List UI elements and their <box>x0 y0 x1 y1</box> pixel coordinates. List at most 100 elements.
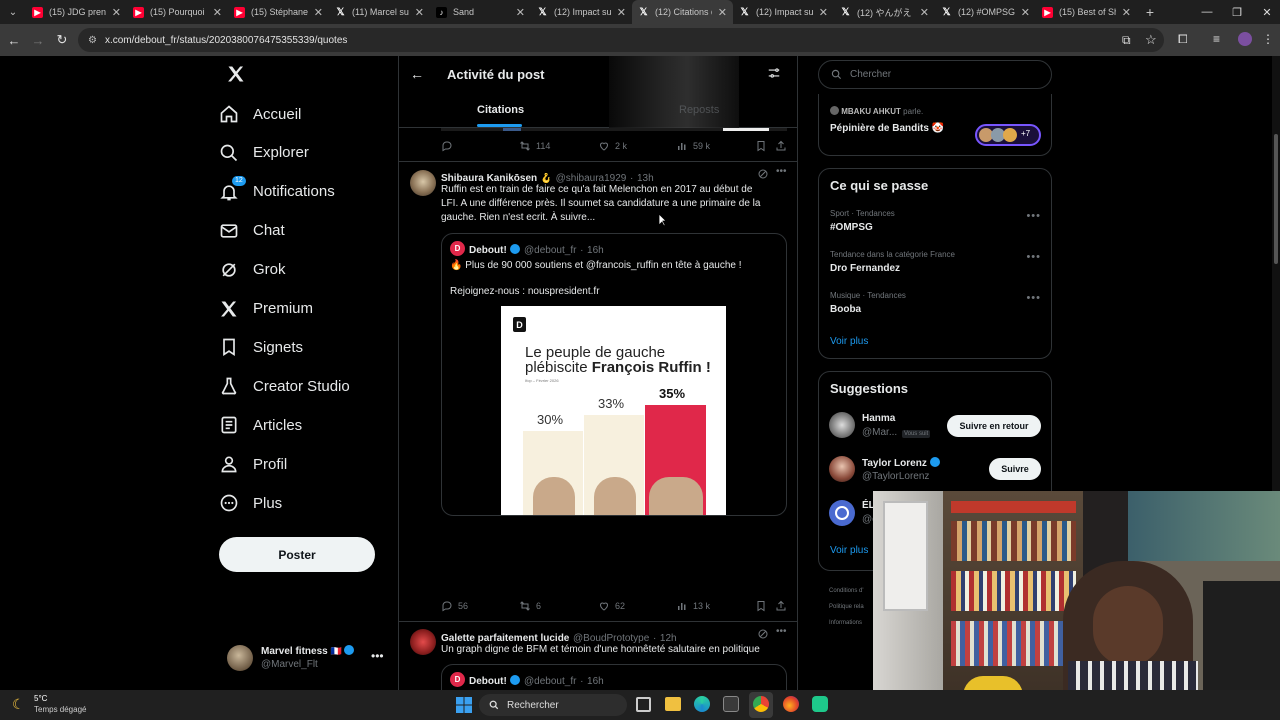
show-more-link[interactable]: Voir plus <box>830 336 868 347</box>
share-icon[interactable] <box>775 600 787 612</box>
nav-item-explorer[interactable]: Explorer <box>219 135 309 171</box>
follow-back-button[interactable]: Suivre en retour <box>947 415 1041 437</box>
store-icon[interactable] <box>723 696 739 712</box>
browser-tab[interactable]: 𝕏 (12) #OMPSG ✕ <box>935 0 1036 24</box>
avatar[interactable] <box>829 412 855 438</box>
nav-item-premium[interactable]: Premium <box>219 291 313 327</box>
close-tab-icon[interactable]: ✕ <box>718 6 727 19</box>
maximize-button[interactable]: ❐ <box>1220 0 1254 24</box>
close-tab-icon[interactable]: ✕ <box>415 6 424 19</box>
extensions-icon[interactable]: ⧠ <box>1178 32 1188 47</box>
windows-start-icon[interactable] <box>456 697 472 713</box>
show-more-link[interactable]: Voir plus <box>830 545 868 556</box>
footer-link[interactable]: Informations <box>829 615 864 631</box>
back-arrow-icon[interactable]: ← <box>410 66 424 82</box>
close-tab-icon[interactable]: ✕ <box>1122 6 1131 19</box>
bookmark-icon[interactable] <box>755 600 767 612</box>
like-action[interactable]: 62 <box>598 600 625 612</box>
browser-tab[interactable]: 𝕏 (11) Marcel sur ✕ <box>329 0 430 24</box>
reply-action[interactable] <box>441 140 453 152</box>
profile-avatar-icon[interactable] <box>1238 32 1252 46</box>
browser-tab[interactable]: ▶ (15) Pourquoi ✕ <box>127 0 228 24</box>
bookmark-icon[interactable] <box>755 140 767 152</box>
browser-tab[interactable]: 𝕏 (12) やんがえ ✕ <box>834 0 935 24</box>
trend-name[interactable]: Dro Fernandez <box>830 263 900 274</box>
weather-desc[interactable]: Temps dégagé <box>34 705 86 714</box>
spaces-listeners[interactable]: +7 <box>975 124 1041 146</box>
close-tab-icon[interactable]: ✕ <box>213 6 222 19</box>
quote-post[interactable]: Shibaura Kanikōsen 🪝 @shibaura1929 · 13h… <box>399 162 797 622</box>
nav-item-plus[interactable]: Plus <box>219 485 282 521</box>
repost-action[interactable]: 114 <box>519 140 550 152</box>
browser-tab[interactable]: ▶ (15) JDG prend ✕ <box>26 0 127 24</box>
browser-tab[interactable]: 𝕏 (12) Impact sur ✕ <box>733 0 834 24</box>
edge-browser-icon[interactable] <box>694 696 710 712</box>
views-action[interactable]: 59 k <box>676 140 710 152</box>
close-tab-icon[interactable]: ✕ <box>112 6 121 19</box>
nav-item-articles[interactable]: Articles <box>219 407 302 443</box>
file-explorer-icon[interactable] <box>665 697 681 711</box>
new-tab-button[interactable]: + <box>1137 0 1163 24</box>
post-button[interactable]: Poster <box>219 537 375 572</box>
more-dots-icon[interactable]: ••• <box>1026 292 1041 304</box>
browser-tab[interactable]: 𝕏 (12) Impact sur ✕ <box>531 0 632 24</box>
search-input[interactable]: Chercher <box>818 60 1052 89</box>
trend-name[interactable]: Booba <box>830 304 861 315</box>
follow-button[interactable]: Suivre <box>989 458 1041 480</box>
close-tab-icon[interactable]: ✕ <box>516 6 525 19</box>
reading-list-icon[interactable]: ≡ <box>1213 32 1220 46</box>
more-dots-icon[interactable]: ••• <box>1026 210 1041 222</box>
nav-item-signets[interactable]: Signets <box>219 329 303 365</box>
avatar[interactable] <box>829 500 855 526</box>
close-tab-icon[interactable]: ✕ <box>1021 6 1030 19</box>
repost-action[interactable]: 6 <box>519 600 541 612</box>
close-tab-icon[interactable]: ✕ <box>617 6 626 19</box>
account-switcher[interactable]: Marvel fitness 🇫🇷 @Marvel_Flt ••• <box>227 643 387 673</box>
nav-item-notifications[interactable]: 12 Notifications <box>219 174 335 210</box>
nav-item-creator-studio[interactable]: Creator Studio <box>219 368 350 404</box>
more-dots-icon[interactable]: ••• <box>1026 251 1041 263</box>
avatar[interactable] <box>410 170 436 196</box>
spaces-card[interactable]: MBAKU AHKUT parle. Pépinière de Bandits … <box>818 94 1052 156</box>
close-tab-icon[interactable]: ✕ <box>819 6 828 19</box>
weather-temp[interactable]: 5°C <box>34 694 47 703</box>
tab-citations[interactable]: Citations <box>477 104 524 116</box>
nav-item-chat[interactable]: Chat <box>219 213 285 249</box>
close-window-button[interactable]: ✕ <box>1250 0 1280 24</box>
browser-tab[interactable]: 𝕏 (12) Citations d ✕ <box>632 0 733 24</box>
more-dots-icon[interactable]: ••• <box>776 626 787 637</box>
footer-link[interactable]: Conditions d' <box>829 583 864 599</box>
quoted-post[interactable]: D Debout! @debout_fr · 16h 🔥 Plus de 90 … <box>441 233 787 516</box>
like-action[interactable]: 2 k <box>598 140 627 152</box>
views-action[interactable]: 13 k <box>676 600 710 612</box>
grok-icon[interactable] <box>757 628 769 640</box>
install-app-icon[interactable]: ⧉ <box>1122 33 1131 48</box>
browser-tab[interactable]: ▶ (15) Stéphane ✕ <box>228 0 329 24</box>
tab-reposts[interactable]: Reposts <box>679 104 719 116</box>
filter-settings-icon[interactable] <box>767 66 781 80</box>
trend-name[interactable]: #OMPSG <box>830 222 873 233</box>
bookmark-star-icon[interactable]: ☆ <box>1145 32 1157 48</box>
reload-icon[interactable]: ↻ <box>50 24 74 56</box>
poll-infographic-image[interactable]: D Le peuple de gauche plébiscite Françoi… <box>501 306 726 515</box>
site-info-icon[interactable]: ⚙ <box>88 35 97 46</box>
more-dots-icon[interactable]: ••• <box>371 649 384 663</box>
suggestion-name[interactable]: Taylor Lorenz <box>862 458 927 469</box>
more-dots-icon[interactable]: ••• <box>776 166 787 177</box>
browser-tab[interactable]: ▶ (15) Best of Sh ✕ <box>1036 0 1137 24</box>
avatar[interactable] <box>829 456 855 482</box>
firefox-icon[interactable] <box>783 696 799 712</box>
forward-icon[interactable]: → <box>26 24 50 56</box>
nav-item-grok[interactable]: Grok <box>219 252 286 288</box>
task-view-icon[interactable] <box>636 697 651 712</box>
taskbar-search[interactable]: Rechercher <box>479 694 627 716</box>
x-logo-icon[interactable] <box>226 64 246 84</box>
close-tab-icon[interactable]: ✕ <box>314 6 323 19</box>
nav-item-profil[interactable]: Profil <box>219 446 287 482</box>
weather-moon-icon[interactable]: ☾ <box>12 696 25 713</box>
share-icon[interactable] <box>775 140 787 152</box>
back-icon[interactable]: ← <box>2 24 26 56</box>
browser-menu-icon[interactable]: ⋮ <box>1262 32 1274 46</box>
browser-tab[interactable]: ♪ Sand ✕ <box>430 0 531 24</box>
chrome-icon[interactable] <box>753 696 769 712</box>
